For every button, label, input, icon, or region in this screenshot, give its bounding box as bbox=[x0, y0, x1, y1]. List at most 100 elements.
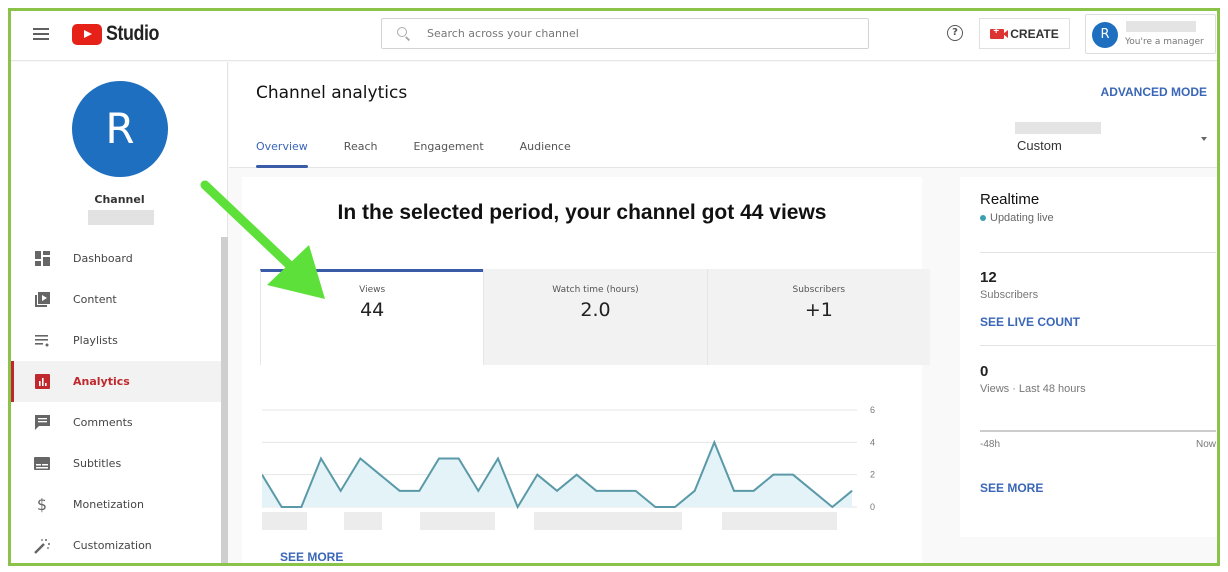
search-bar[interactable] bbox=[381, 18, 869, 49]
tab-audience[interactable]: Audience bbox=[520, 140, 571, 168]
realtime-title: Realtime bbox=[980, 191, 1040, 208]
axis-start-label: -48h bbox=[980, 439, 1001, 450]
metric-label: Watch time (hours) bbox=[552, 285, 639, 295]
data-point bbox=[713, 441, 715, 443]
sidebar-nav: Dashboard Content Playlists Analytics Co… bbox=[11, 238, 221, 563]
page-header: Channel analytics ADVANCED MODE Overview… bbox=[229, 62, 1217, 168]
account-switcher[interactable]: R You're a manager bbox=[1085, 14, 1216, 54]
data-point bbox=[674, 506, 676, 508]
overview-card: In the selected period, your channel got… bbox=[242, 177, 930, 563]
data-point bbox=[340, 490, 342, 492]
live-status: Updating live bbox=[980, 212, 1054, 224]
live-status-text: Updating live bbox=[990, 212, 1054, 224]
tab-reach[interactable]: Reach bbox=[344, 140, 378, 168]
data-point bbox=[595, 490, 597, 492]
main-content: Channel analytics ADVANCED MODE Overview… bbox=[229, 62, 1217, 563]
sidebar-scrollbar[interactable] bbox=[221, 237, 228, 563]
dollar-icon: $ bbox=[36, 495, 48, 514]
magic-wand-icon bbox=[34, 538, 50, 554]
metric-value: +1 bbox=[804, 299, 833, 321]
comments-icon bbox=[34, 415, 50, 431]
sidebar-item-monetization[interactable]: $ Monetization bbox=[11, 484, 221, 525]
sidebar-item-subtitles[interactable]: Subtitles bbox=[11, 443, 221, 484]
sidebar: R Channel Dashboard Content Playlists An… bbox=[11, 62, 228, 563]
search-icon bbox=[397, 26, 411, 41]
create-label: CREATE bbox=[1010, 26, 1059, 41]
data-point bbox=[733, 490, 735, 492]
data-point bbox=[379, 474, 381, 476]
metric-tabs: Views 44 Watch time (hours) 2.0 Subscrib… bbox=[260, 269, 930, 365]
account-name-redacted bbox=[1126, 21, 1196, 32]
y-tick-label: 2 bbox=[870, 470, 875, 480]
sidebar-item-label: Analytics bbox=[73, 375, 130, 388]
x-tick-label-redacted bbox=[762, 512, 837, 530]
data-point bbox=[851, 490, 853, 492]
account-avatar: R bbox=[1092, 22, 1118, 48]
youtube-play-icon bbox=[72, 23, 102, 45]
data-point bbox=[576, 474, 578, 476]
data-point bbox=[635, 490, 637, 492]
date-range-dropdown[interactable]: Custom bbox=[1015, 122, 1207, 158]
create-button[interactable]: CREATE bbox=[979, 18, 1070, 49]
dashboard-icon bbox=[34, 251, 50, 267]
realtime-see-more-button[interactable]: SEE MORE bbox=[980, 481, 1043, 495]
data-point bbox=[517, 506, 519, 508]
data-point bbox=[792, 474, 794, 476]
analytics-tabs: Overview Reach Engagement Audience bbox=[256, 140, 607, 168]
search-input[interactable] bbox=[427, 27, 827, 40]
sidebar-item-label: Dashboard bbox=[73, 252, 133, 265]
sidebar-item-playlists[interactable]: Playlists bbox=[11, 320, 221, 361]
metric-label: Subscribers bbox=[792, 285, 846, 295]
y-tick-label: 6 bbox=[870, 405, 875, 415]
see-live-count-button[interactable]: SEE LIVE COUNT bbox=[980, 315, 1080, 329]
data-point bbox=[281, 506, 283, 508]
sidebar-item-comments[interactable]: Comments bbox=[11, 402, 221, 443]
data-point bbox=[320, 458, 322, 459]
sidebar-item-customization[interactable]: Customization bbox=[11, 525, 221, 563]
data-point bbox=[399, 490, 401, 492]
realtime-chart-axis bbox=[980, 430, 1216, 432]
x-tick-label-redacted bbox=[649, 512, 682, 530]
y-tick-label: 0 bbox=[870, 502, 875, 512]
tab-engagement[interactable]: Engagement bbox=[413, 140, 483, 168]
advanced-mode-button[interactable]: ADVANCED MODE bbox=[1101, 85, 1207, 99]
data-point bbox=[536, 474, 538, 476]
sidebar-item-label: Subtitles bbox=[73, 457, 122, 470]
tab-overview[interactable]: Overview bbox=[256, 140, 308, 168]
see-more-button[interactable]: SEE MORE bbox=[280, 550, 343, 563]
sidebar-item-dashboard[interactable]: Dashboard bbox=[11, 238, 221, 279]
x-tick-label-redacted bbox=[722, 512, 762, 530]
data-point bbox=[300, 506, 302, 508]
data-point bbox=[418, 490, 420, 492]
channel-label: Channel bbox=[94, 193, 145, 206]
realtime-card: Realtime Updating live 12 Subscribers SE… bbox=[960, 177, 1217, 537]
video-camera-icon bbox=[990, 26, 1009, 39]
studio-logo[interactable]: Studio bbox=[72, 22, 168, 46]
metric-views[interactable]: Views 44 bbox=[260, 269, 484, 365]
data-point bbox=[438, 458, 440, 459]
sidebar-item-content[interactable]: Content bbox=[11, 279, 221, 320]
data-point bbox=[458, 458, 460, 459]
help-icon[interactable]: ? bbox=[947, 25, 963, 41]
metric-watch-time[interactable]: Watch time (hours) 2.0 bbox=[483, 269, 707, 365]
data-point bbox=[753, 490, 755, 492]
sidebar-item-analytics[interactable]: Analytics bbox=[11, 361, 221, 402]
x-tick-label-redacted bbox=[344, 512, 382, 530]
sidebar-item-label: Customization bbox=[73, 539, 152, 552]
data-point bbox=[772, 474, 774, 476]
live-dot-icon bbox=[980, 215, 986, 221]
views-chart[interactable]: 0 2 4 6 bbox=[262, 402, 902, 542]
x-tick-label-redacted bbox=[262, 512, 307, 530]
menu-icon[interactable] bbox=[33, 28, 49, 40]
top-bar: Studio ? CREATE R You're a manager bbox=[11, 11, 1217, 61]
metric-value: 44 bbox=[360, 299, 385, 321]
subtitles-icon bbox=[34, 456, 50, 472]
sidebar-item-label: Playlists bbox=[73, 334, 118, 347]
metric-subscribers[interactable]: Subscribers +1 bbox=[706, 269, 930, 365]
content-icon bbox=[34, 292, 50, 308]
page-title: Channel analytics bbox=[256, 83, 408, 103]
channel-avatar[interactable]: R bbox=[72, 81, 168, 177]
x-tick-label-redacted bbox=[534, 512, 649, 530]
sidebar-item-label: Comments bbox=[73, 416, 133, 429]
app-name: Studio bbox=[106, 22, 159, 45]
